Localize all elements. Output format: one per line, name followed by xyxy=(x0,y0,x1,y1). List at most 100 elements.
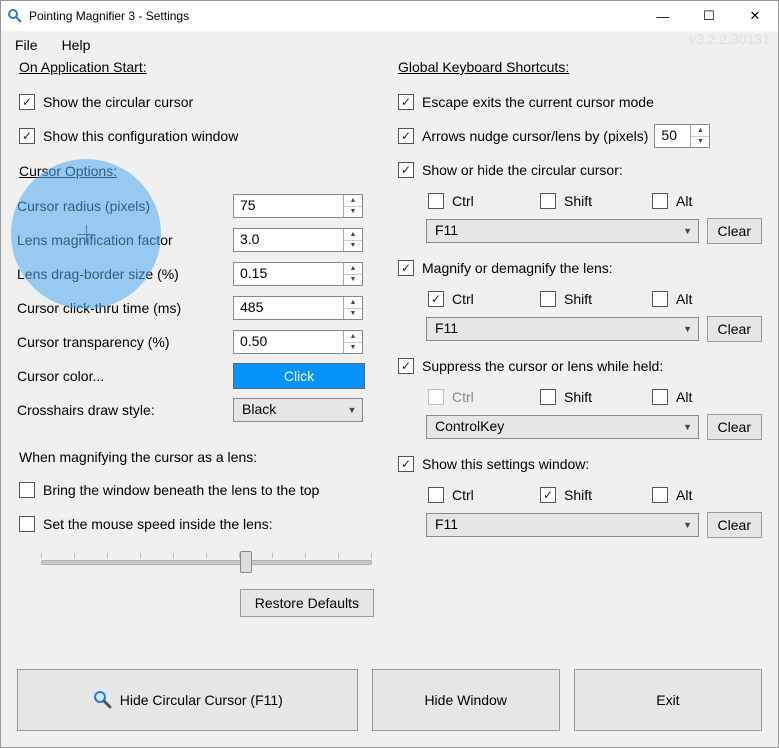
escape-label: Escape exits the current cursor mode xyxy=(422,94,654,110)
show-config-checkbox[interactable] xyxy=(19,128,35,144)
nudge-value[interactable]: 50 xyxy=(655,125,690,147)
down-arrow-icon[interactable]: ▼ xyxy=(344,207,362,218)
restore-defaults-button[interactable]: Restore Defaults xyxy=(240,589,374,617)
shift-checkbox[interactable] xyxy=(540,193,556,209)
chevron-down-icon: ▼ xyxy=(678,514,698,536)
click-label: Cursor click-thru time (ms) xyxy=(17,300,233,316)
radius-value[interactable]: 75 xyxy=(234,195,343,217)
shortcut-enable-checkbox[interactable] xyxy=(398,358,414,374)
click-spinner[interactable]: 485 ▲▼ xyxy=(233,296,363,320)
show-cursor-label: Show the circular cursor xyxy=(43,94,193,110)
shortcut-key-combo[interactable]: F11▼ xyxy=(426,219,699,243)
setspeed-checkbox[interactable] xyxy=(19,516,35,532)
shortcut-enable-checkbox[interactable] xyxy=(398,260,414,276)
shift-label: Shift xyxy=(564,487,592,503)
shortcut-key-value: ControlKey xyxy=(427,416,678,438)
shortcut-group: Magnify or demagnify the lens: Ctrl Shift A… xyxy=(396,253,762,345)
whenmag-heading: When magnifying the cursor as a lens: xyxy=(19,449,376,465)
mag-value[interactable]: 3.0 xyxy=(234,229,343,251)
drag-value[interactable]: 0.15 xyxy=(234,263,343,285)
shift-checkbox[interactable] xyxy=(540,291,556,307)
color-button[interactable]: Click xyxy=(233,363,365,389)
ctrl-checkbox[interactable] xyxy=(428,193,444,209)
version-label: v3.2.2.30131 xyxy=(689,31,778,47)
setspeed-label: Set the mouse speed inside the lens: xyxy=(43,516,273,532)
ctrl-label: Ctrl xyxy=(452,193,474,209)
shortcut-group: Show this settings window:CtrlShiftAltF1… xyxy=(396,449,762,541)
slider-thumb[interactable] xyxy=(240,551,252,573)
bringtop-checkbox[interactable] xyxy=(19,482,35,498)
ctrl-label: Ctrl xyxy=(452,389,474,405)
up-arrow-icon[interactable]: ▲ xyxy=(344,195,362,207)
shortcut-key-value: F11 xyxy=(427,318,678,340)
exit-button[interactable]: Exit xyxy=(574,669,762,731)
hide-window-button[interactable]: Hide Window xyxy=(372,669,560,731)
chevron-down-icon: ▼ xyxy=(342,399,362,421)
shift-checkbox[interactable] xyxy=(540,487,556,503)
shortcut-label: Magnify or demagnify the lens: xyxy=(422,260,613,276)
shortcut-group: Show or hide the circular cursor: Ctrl Shi… xyxy=(396,155,762,247)
bottom-bar: Hide Circular Cursor (F11) Hide Window E… xyxy=(1,655,778,747)
hide-cursor-label: Hide Circular Cursor (F11) xyxy=(120,692,283,708)
alt-label: Alt xyxy=(676,291,692,307)
nudge-label: Arrows nudge cursor/lens by (pixels) xyxy=(422,128,648,144)
click-value[interactable]: 485 xyxy=(234,297,343,319)
shortcut-label: Suppress the cursor or lens while held: xyxy=(422,358,663,374)
shift-label: Shift xyxy=(564,193,592,209)
ctrl-label: Ctrl xyxy=(452,487,474,503)
nudge-checkbox[interactable] xyxy=(398,128,414,144)
color-label: Cursor color... xyxy=(17,368,233,384)
shift-checkbox[interactable] xyxy=(540,389,556,405)
trans-value[interactable]: 0.50 xyxy=(234,331,343,353)
radius-label: Cursor radius (pixels) xyxy=(17,198,233,214)
shift-label: Shift xyxy=(564,291,592,307)
settings-window: Pointing Magnifier 3 - Settings — ☐ ✕ Fi… xyxy=(0,0,779,748)
cursor-options-heading: Cursor Options: xyxy=(19,163,376,179)
shortcut-label: Show or hide the circular cursor: xyxy=(422,162,623,178)
shortcut-key-combo[interactable]: ControlKey▼ xyxy=(426,415,699,439)
clear-button[interactable]: Clear xyxy=(707,414,762,440)
shortcut-key-combo[interactable]: F11▼ xyxy=(426,317,699,341)
hide-cursor-button[interactable]: Hide Circular Cursor (F11) xyxy=(17,669,358,731)
window-title: Pointing Magnifier 3 - Settings xyxy=(29,9,189,23)
drag-spinner[interactable]: 0.15 ▲▼ xyxy=(233,262,363,286)
alt-checkbox[interactable] xyxy=(652,193,668,209)
alt-label: Alt xyxy=(676,487,692,503)
shortcut-key-combo[interactable]: F11▼ xyxy=(426,513,699,537)
ctrl-checkbox xyxy=(428,389,444,405)
minimize-button[interactable]: — xyxy=(640,1,686,31)
trans-spinner[interactable]: 0.50 ▲▼ xyxy=(233,330,363,354)
trans-label: Cursor transparency (%) xyxy=(17,334,233,350)
drag-label: Lens drag-border size (%) xyxy=(17,266,233,282)
shortcut-enable-checkbox[interactable] xyxy=(398,456,414,472)
nudge-spinner[interactable]: 50 ▲▼ xyxy=(654,124,710,148)
show-config-label: Show this configuration window xyxy=(43,128,238,144)
show-cursor-checkbox[interactable] xyxy=(19,94,35,110)
shift-label: Shift xyxy=(564,389,592,405)
crosshairs-combo[interactable]: Black ▼ xyxy=(233,398,363,422)
onstart-heading: On Application Start: xyxy=(19,59,376,75)
speed-slider[interactable] xyxy=(41,549,372,575)
right-column: Global Keyboard Shortcuts: Escape exits … xyxy=(396,59,762,655)
close-button[interactable]: ✕ xyxy=(732,1,778,31)
shortcut-enable-checkbox[interactable] xyxy=(398,162,414,178)
maximize-button[interactable]: ☐ xyxy=(686,1,732,31)
radius-spinner[interactable]: 75 ▲▼ xyxy=(233,194,363,218)
bringtop-label: Bring the window beneath the lens to the… xyxy=(43,482,319,498)
clear-button[interactable]: Clear xyxy=(707,512,762,538)
mag-spinner[interactable]: 3.0 ▲▼ xyxy=(233,228,363,252)
clear-button[interactable]: Clear xyxy=(707,316,762,342)
chevron-down-icon: ▼ xyxy=(678,416,698,438)
alt-checkbox[interactable] xyxy=(652,389,668,405)
shortcut-key-value: F11 xyxy=(427,220,678,242)
alt-checkbox[interactable] xyxy=(652,291,668,307)
app-icon xyxy=(7,8,23,24)
alt-checkbox[interactable] xyxy=(652,487,668,503)
magnifier-icon xyxy=(92,689,112,712)
escape-checkbox[interactable] xyxy=(398,94,414,110)
ctrl-checkbox[interactable] xyxy=(428,291,444,307)
clear-button[interactable]: Clear xyxy=(707,218,762,244)
ctrl-checkbox[interactable] xyxy=(428,487,444,503)
chevron-down-icon: ▼ xyxy=(678,220,698,242)
ctrl-label: Ctrl xyxy=(452,291,474,307)
